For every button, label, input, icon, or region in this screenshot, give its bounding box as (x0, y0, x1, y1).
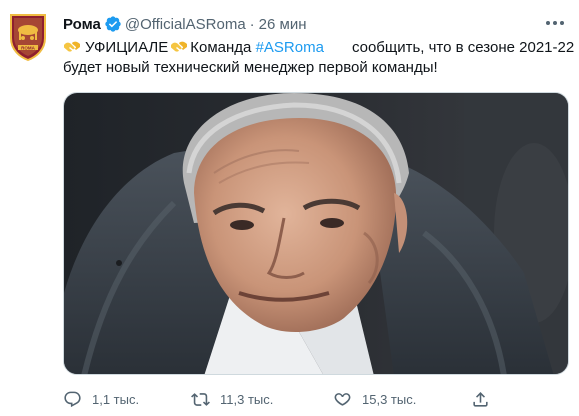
share-icon (473, 391, 488, 407)
verified-badge-icon (105, 16, 121, 32)
separator-dot: · (249, 15, 255, 33)
official-label: УФИЦИАЛЕ (85, 39, 169, 56)
text-team: Команда (190, 39, 256, 56)
tweet-text-line-2: будет новый технический менеджер первой … (63, 59, 438, 76)
tweet-text-line-1: УФИЦИАЛЕ Команда #ASRoma сообщить, что в … (63, 38, 575, 58)
reply-icon (64, 391, 81, 407)
tweet-photo[interactable] (63, 92, 569, 375)
handshake-emoji-icon (171, 41, 188, 52)
hashtag-link[interactable]: #ASRoma (256, 39, 324, 56)
text-announcement: сообщить, что в сезоне 2021-22 (351, 39, 575, 56)
like-count: 15,3 тыс. (362, 391, 417, 407)
retweet-button[interactable]: 11,3 тыс. (191, 390, 273, 409)
author-handle[interactable]: @OfficialASRoma (125, 16, 246, 33)
retweet-icon (191, 392, 210, 406)
timestamp[interactable]: 26 мин (259, 16, 307, 33)
handshake-emoji-icon (64, 41, 80, 52)
share-button[interactable] (471, 390, 500, 409)
retweet-count: 11,3 тыс. (220, 391, 274, 407)
author-name[interactable]: Рома (63, 16, 101, 33)
reply-button[interactable]: 1,1 тыс. (63, 390, 139, 409)
tweet-actions: 1,1 тыс. 11,3 тыс. 15,3 тыс. (63, 388, 569, 410)
avatar[interactable]: ROMA (8, 12, 48, 62)
tweet-header: Рома @OfficialASRoma · 26 мин (63, 13, 307, 35)
coach-portrait-photo (64, 93, 568, 374)
more-options-icon[interactable] (546, 16, 564, 30)
as-roma-crest-icon: ROMA (10, 14, 46, 62)
tweet-text: УФИЦИАЛЕ Команда #ASRoma сообщить, что в … (63, 38, 575, 78)
svg-text:ROMA: ROMA (21, 45, 35, 50)
reply-count: 1,1 тыс. (92, 391, 140, 407)
like-button[interactable]: 15,3 тыс. (333, 390, 416, 409)
heart-icon (334, 392, 351, 406)
tweet[interactable]: ROMA Рома @OfficialASRoma · 26 мин УФИЦИ… (0, 0, 579, 416)
